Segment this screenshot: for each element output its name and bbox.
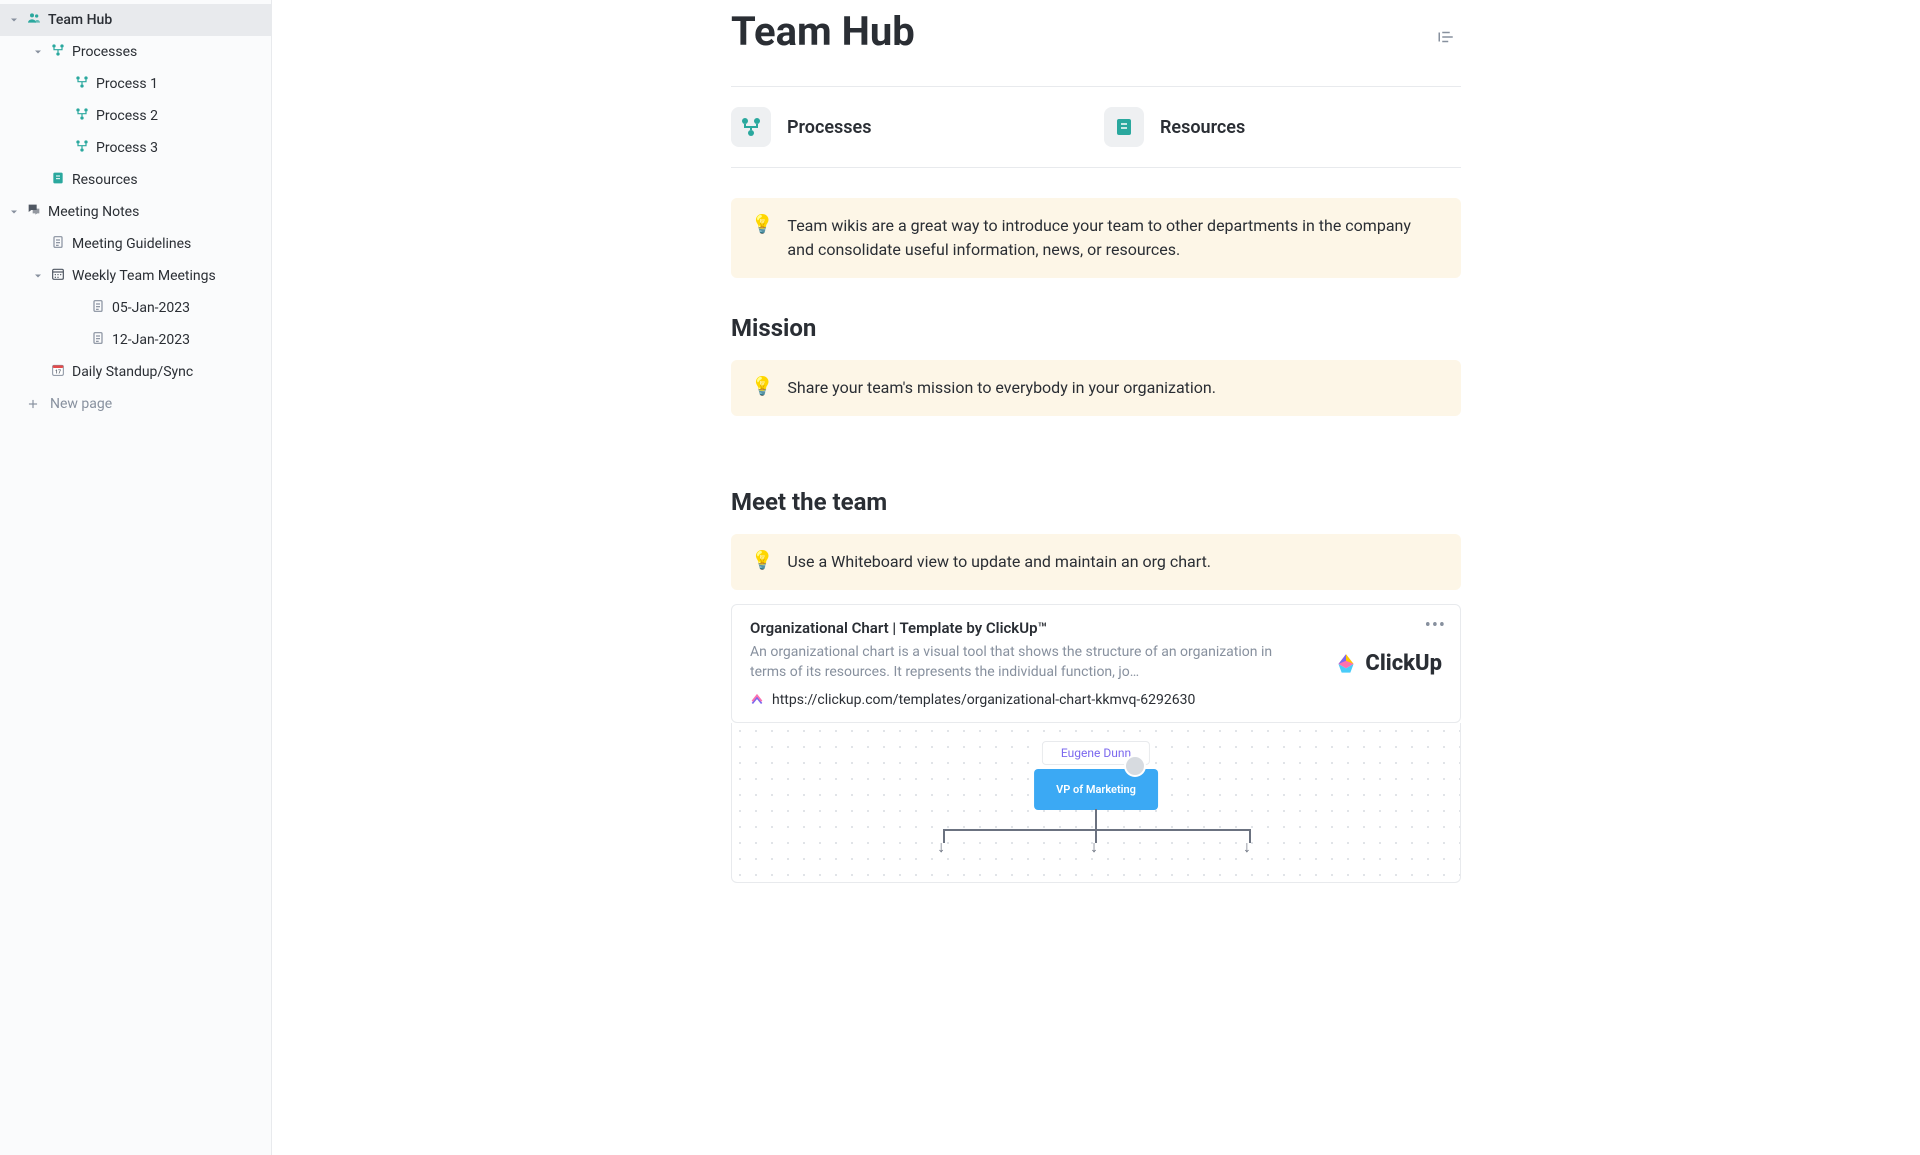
link-card-url: https://clickup.com/templates/organizati… [772, 692, 1195, 708]
calendar-day-icon: 17 [50, 362, 66, 382]
workflow-icon [74, 138, 90, 158]
workflow-icon [739, 115, 763, 139]
link-card-org-chart[interactable]: Organizational Chart | Template by Click… [731, 604, 1461, 723]
arrow-down-icon: ↓ [1243, 837, 1251, 857]
workflow-icon [50, 42, 66, 62]
sidebar-item-label: Meeting Notes [48, 204, 263, 220]
bulb-icon: 💡 [751, 550, 773, 574]
bulb-icon: 💡 [751, 376, 773, 400]
sidebar: Team Hub Processes Process 1 Process 2 Proce… [0, 0, 272, 1155]
card-title: Resources [1160, 117, 1245, 138]
chevron-down-icon [32, 270, 44, 282]
bulb-icon: 💡 [751, 214, 773, 262]
sidebar-item-label: Processes [72, 44, 263, 60]
sidebar-item-team-hub[interactable]: Team Hub [0, 4, 271, 36]
callout-intro: 💡 Team wikis are a great way to introduc… [731, 198, 1461, 278]
sidebar-item-12-jan-2023[interactable]: 12-Jan-2023 [0, 324, 271, 356]
sidebar-item-resources[interactable]: Resources [0, 164, 271, 196]
sidebar-item-label: 12-Jan-2023 [112, 332, 263, 348]
card-icon-box [1104, 107, 1144, 147]
heading-meet-team: Meet the team [731, 488, 1461, 516]
callout-orgchart: 💡 Use a Whiteboard view to update and ma… [731, 534, 1461, 590]
svg-text:17: 17 [55, 369, 61, 375]
sidebar-item-weekly-team-meetings[interactable]: Weekly Team Meetings [0, 260, 271, 292]
clickup-favicon [750, 693, 764, 707]
sidebar-item-daily-standup-sync[interactable]: 17 Daily Standup/Sync [0, 356, 271, 388]
toc-icon [1437, 28, 1455, 46]
new-page-label: New page [50, 396, 112, 412]
book-icon [50, 170, 66, 190]
sidebar-item-05-jan-2023[interactable]: 05-Jan-2023 [0, 292, 271, 324]
card-processes[interactable]: Processes [731, 107, 1088, 147]
link-card-desc: An organizational chart is a visual tool… [750, 643, 1309, 682]
doc-icon [50, 234, 66, 254]
arrow-down-icon: ↓ [937, 837, 945, 857]
callout-text: Team wikis are a great way to introduce … [787, 214, 1441, 262]
doc-icon [90, 298, 106, 318]
sidebar-item-meeting-guidelines[interactable]: Meeting Guidelines [0, 228, 271, 260]
link-card-menu[interactable]: ••• [1425, 615, 1446, 636]
clickup-brand: ClickUp [1365, 651, 1442, 676]
sidebar-item-process-3[interactable]: Process 3 [0, 132, 271, 164]
sidebar-item-meeting-notes[interactable]: Meeting Notes [0, 196, 271, 228]
sidebar-item-label: Weekly Team Meetings [72, 268, 263, 284]
sidebar-item-processes[interactable]: Processes [0, 36, 271, 68]
workflow-icon [74, 106, 90, 126]
arrow-down-icon: ↓ [1090, 837, 1098, 857]
sidebar-item-label: Meeting Guidelines [72, 236, 263, 252]
chevron-down-icon [32, 46, 44, 58]
card-icon-box [731, 107, 771, 147]
doc-icon [90, 330, 106, 350]
toc-button[interactable] [1431, 22, 1461, 56]
sidebar-item-process-2[interactable]: Process 2 [0, 100, 271, 132]
sidebar-item-label: Process 2 [96, 108, 263, 124]
sidebar-item-label: Team Hub [48, 12, 263, 28]
sidebar-item-label: 05-Jan-2023 [112, 300, 263, 316]
calendar-grid-icon [50, 266, 66, 286]
sidebar-item-label: Process 3 [96, 140, 263, 156]
callout-text: Share your team's mission to everybody i… [787, 376, 1216, 400]
heading-mission: Mission [731, 314, 1461, 342]
book-icon [1112, 115, 1136, 139]
callout-mission: 💡 Share your team's mission to everybody… [731, 360, 1461, 416]
chevron-down-icon [8, 14, 20, 26]
main-content: Team Hub Processes Resources 💡 Tea [272, 0, 1920, 1155]
chevron-down-icon [8, 206, 20, 218]
cards-row: Processes Resources [731, 87, 1461, 168]
new-page-button[interactable]: New page [0, 388, 271, 420]
clickup-mark-icon [1333, 651, 1359, 677]
callout-text: Use a Whiteboard view to update and main… [787, 550, 1211, 574]
sidebar-item-label: Process 1 [96, 76, 263, 92]
whiteboard-preview[interactable]: Eugene Dunn VP of Marketing ↓ ↓ ↓ [731, 723, 1461, 883]
chat-icon [26, 202, 42, 222]
workflow-icon [74, 74, 90, 94]
plus-icon [26, 397, 40, 411]
org-connector [1095, 809, 1097, 829]
card-title: Processes [787, 117, 872, 138]
link-card-title: Organizational Chart | Template by Click… [750, 619, 1309, 637]
page-title: Team Hub [731, 8, 915, 55]
sidebar-item-process-1[interactable]: Process 1 [0, 68, 271, 100]
card-resources[interactable]: Resources [1104, 107, 1461, 147]
sidebar-item-label: Daily Standup/Sync [72, 364, 263, 380]
sidebar-item-label: Resources [72, 172, 263, 188]
people-icon [26, 10, 42, 30]
